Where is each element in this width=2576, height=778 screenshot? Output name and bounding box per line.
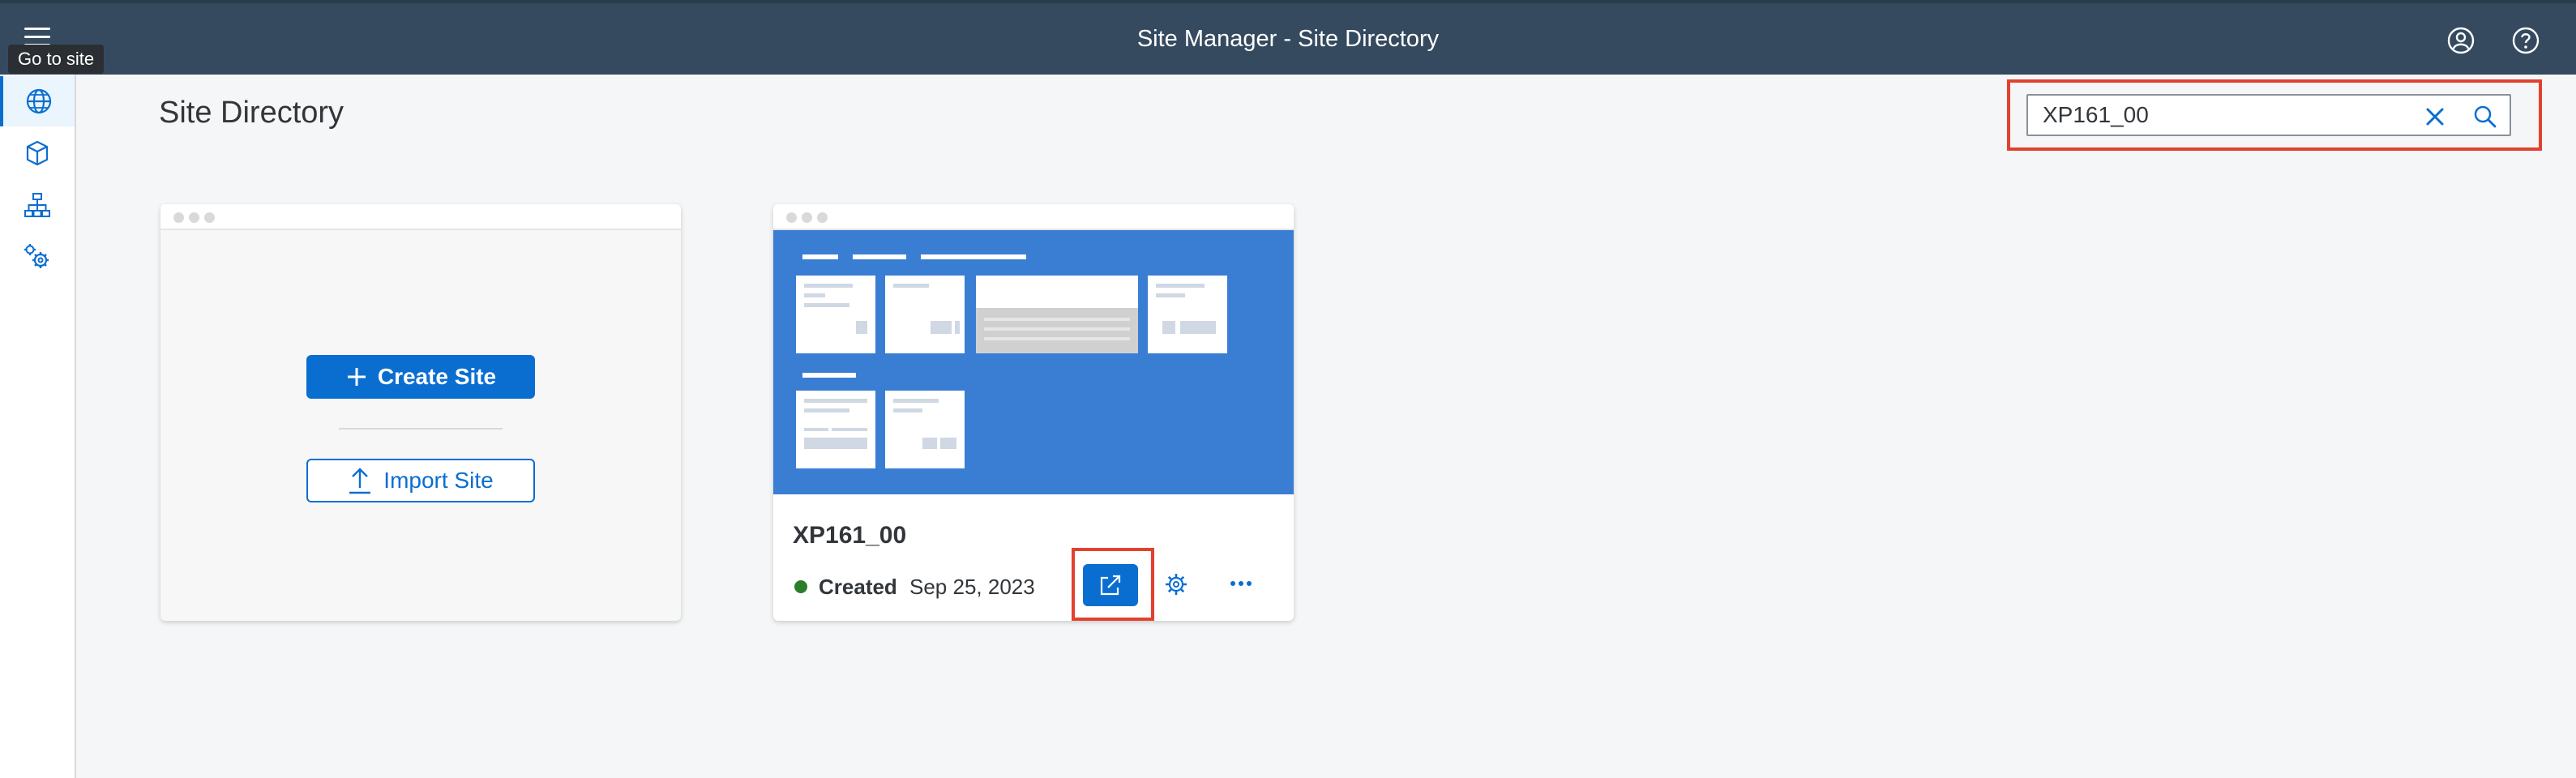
clear-icon[interactable] bbox=[2424, 105, 2446, 128]
card-window-bar bbox=[773, 204, 1294, 230]
create-site-label: Create Site bbox=[377, 364, 497, 389]
more-options-icon[interactable] bbox=[1229, 574, 1253, 593]
nav-item-content[interactable] bbox=[0, 128, 75, 178]
create-site-button[interactable]: Create Site bbox=[306, 355, 535, 399]
search-input[interactable] bbox=[2043, 102, 2399, 128]
side-navigation bbox=[0, 75, 76, 778]
import-site-button[interactable]: Import Site bbox=[306, 459, 535, 502]
shell-title: Site Manager - Site Directory bbox=[1136, 26, 1440, 52]
plus-icon bbox=[347, 368, 366, 386]
nav-item-sites[interactable] bbox=[0, 76, 75, 126]
card-window-bar bbox=[160, 204, 681, 230]
site-card[interactable]: XP161_00 Created Sep 25, 2023 bbox=[773, 204, 1294, 621]
search-field[interactable] bbox=[2026, 94, 2511, 136]
go-to-site-highlight-box bbox=[1072, 548, 1154, 621]
window-dots bbox=[786, 212, 828, 223]
user-profile-icon[interactable] bbox=[2446, 26, 2475, 55]
settings-gear-icon[interactable] bbox=[1162, 571, 1190, 598]
globe-icon bbox=[26, 88, 52, 114]
site-name[interactable]: XP161_00 bbox=[793, 522, 906, 549]
hierarchy-icon bbox=[24, 193, 50, 217]
nav-item-settings[interactable] bbox=[0, 232, 75, 282]
import-site-label: Import Site bbox=[383, 468, 494, 493]
divider bbox=[339, 428, 503, 430]
nav-item-hierarchy[interactable] bbox=[0, 180, 75, 230]
tooltip: Go to site bbox=[8, 45, 105, 74]
create-site-card: Create Site Import Site bbox=[160, 204, 681, 621]
status-badge: Created bbox=[819, 575, 897, 599]
site-preview-illustration bbox=[796, 254, 1227, 468]
created-date: Sep 25, 2023 bbox=[909, 575, 1035, 599]
gears-icon bbox=[24, 244, 49, 268]
upload-icon bbox=[349, 468, 371, 494]
status-indicator-icon bbox=[794, 580, 807, 593]
site-thumbnail[interactable] bbox=[773, 230, 1294, 494]
window-dots bbox=[173, 212, 215, 223]
help-icon[interactable] bbox=[2511, 26, 2540, 55]
search-icon[interactable] bbox=[2472, 104, 2498, 130]
shell-bar: Site Manager - Site Directory bbox=[0, 0, 2576, 75]
page-title: Site Directory bbox=[159, 96, 344, 130]
cube-icon bbox=[26, 140, 49, 166]
